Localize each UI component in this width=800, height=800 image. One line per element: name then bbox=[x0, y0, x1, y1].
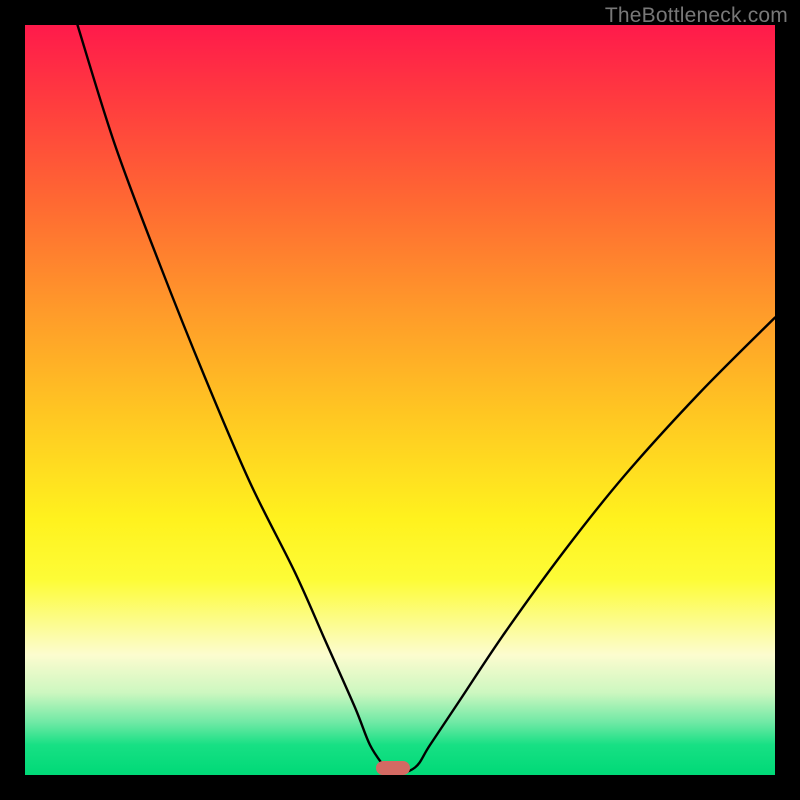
chart-plot-area bbox=[25, 25, 775, 775]
bottleneck-curve bbox=[25, 25, 775, 775]
watermark-text: TheBottleneck.com bbox=[605, 4, 788, 28]
chart-frame: TheBottleneck.com bbox=[0, 0, 800, 800]
optimal-point-marker bbox=[376, 761, 410, 775]
